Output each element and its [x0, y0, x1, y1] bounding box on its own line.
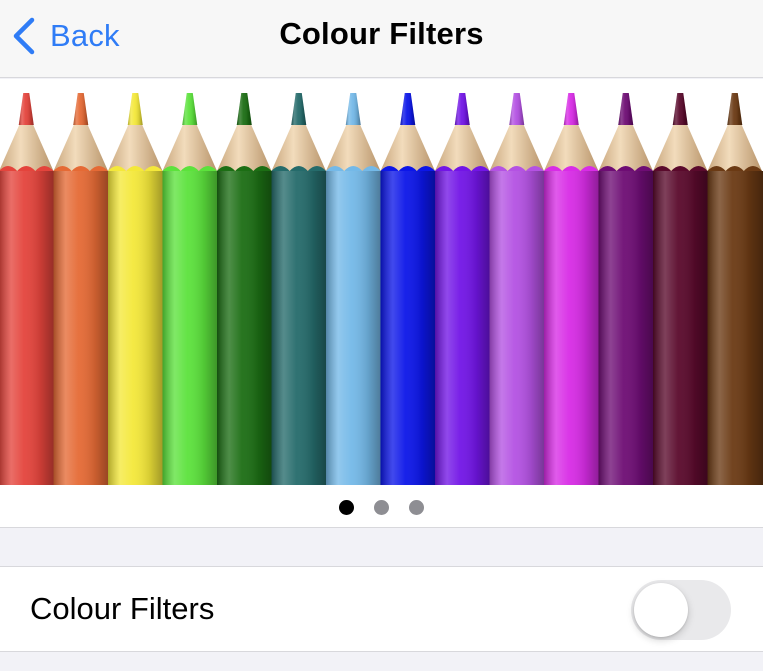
- pencil-3: [108, 93, 164, 485]
- navigation-bar: Back Colour Filters: [0, 0, 763, 78]
- page-dot-1[interactable]: [339, 499, 354, 515]
- pencil-9: [435, 93, 491, 485]
- pencil-12: [598, 93, 654, 485]
- pencil-6: [271, 93, 327, 485]
- colour-filters-row: Colour Filters: [0, 566, 763, 652]
- colour-filters-label: Colour Filters: [30, 591, 215, 626]
- page-dot-3[interactable]: [409, 499, 424, 515]
- pencil-13: [653, 93, 709, 485]
- filter-preview[interactable]: [0, 79, 763, 528]
- toggle-knob: [634, 583, 688, 637]
- page-indicator[interactable]: [0, 499, 763, 515]
- page-dot-2[interactable]: [374, 499, 389, 515]
- pencil-8: [380, 93, 436, 485]
- pencil-2: [53, 93, 109, 485]
- pencil-5: [217, 93, 273, 485]
- pencil-7: [326, 93, 382, 485]
- colored-pencils-image: [0, 93, 763, 485]
- pencil-10: [489, 93, 545, 485]
- page-title: Colour Filters: [279, 16, 484, 51]
- pencil-4: [162, 93, 218, 485]
- pencil-14: [707, 93, 763, 485]
- pencil-1: [0, 93, 55, 485]
- pencil-11: [544, 93, 600, 485]
- colour-filters-toggle[interactable]: [631, 580, 731, 640]
